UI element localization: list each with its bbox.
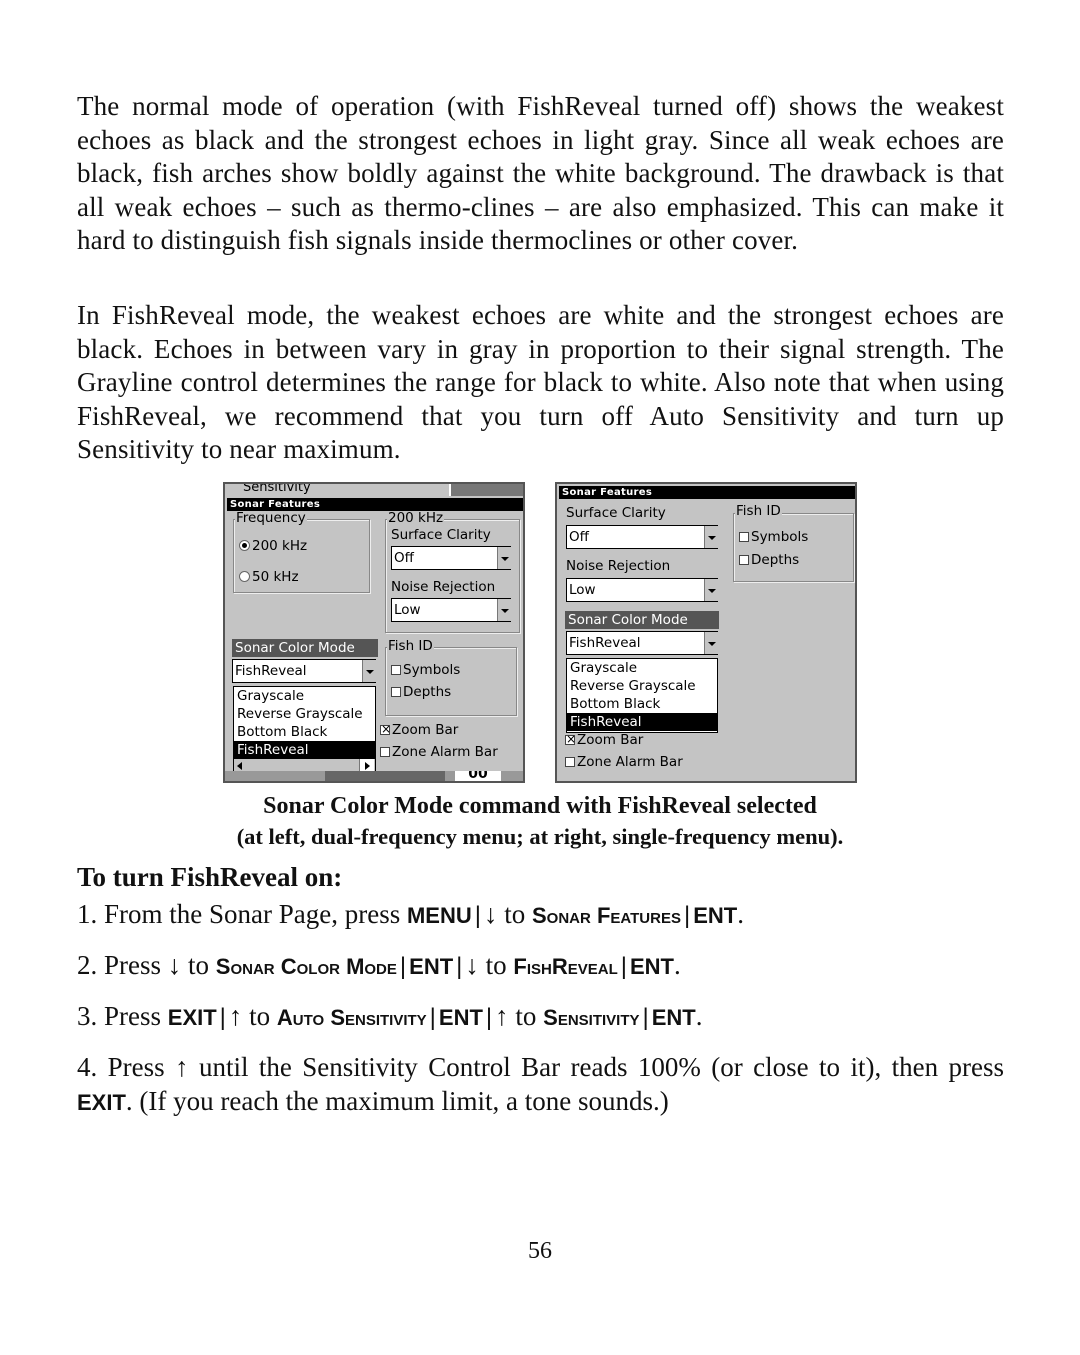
key-ent: ENT (409, 954, 454, 979)
down-arrow-icon: ↓ (167, 950, 182, 980)
key-ent: ENT (651, 1005, 696, 1030)
fish-id-symbols-checkbox[interactable]: Symbols (739, 529, 808, 545)
zone-alarm-bar-checkbox[interactable]: Zone Alarm Bar (380, 744, 498, 760)
sonar-color-mode-label: Sonar Color Mode (565, 611, 719, 629)
noise-rejection-dropdown[interactable]: Low (391, 598, 511, 622)
step-1: 1. From the Sonar Page, press MENU | ↓ to … (77, 899, 744, 929)
frequency-200-radio[interactable]: 200 kHz (239, 538, 307, 554)
color-mode-option[interactable]: Reverse Grayscale (234, 705, 375, 723)
sonar-color-mode-label: Sonar Color Mode (232, 639, 378, 657)
color-mode-option[interactable]: Grayscale (234, 687, 375, 705)
figure-caption-line1: Sonar Color Mode command with FishReveal… (263, 793, 817, 819)
fish-id-group (385, 647, 517, 716)
zoom-bar-checkbox[interactable]: Zoom Bar (380, 721, 458, 738)
checkbox-icon (391, 687, 401, 697)
radio-selected-icon (239, 540, 250, 551)
surface-clarity-label: Surface Clarity (566, 505, 666, 521)
color-mode-option[interactable]: Bottom Black (567, 695, 717, 713)
section-heading: To turn FishReveal on: (77, 862, 343, 892)
color-mode-list[interactable]: Grayscale Reverse Grayscale Bottom Black… (566, 658, 718, 733)
key-ent: ENT (693, 903, 738, 928)
frequency-group-label: Frequency (235, 510, 307, 526)
surface-clarity-dropdown[interactable]: Off (566, 525, 718, 549)
step-3: 3. Press EXIT | ↑ to Auto Sensitivity | ENT |… (77, 1001, 703, 1031)
checkbox-icon (380, 747, 390, 757)
checkbox-checked-icon (380, 721, 391, 737)
menu-target-auto-sensitivity: Auto Sensitivity (276, 1005, 427, 1030)
fishreveal-paragraph: In FishReveal mode, the weakest echoes a… (77, 300, 1004, 464)
fish-id-group (733, 513, 854, 582)
checkbox-icon (565, 757, 575, 767)
fish-id-group-label: Fish ID (735, 503, 782, 519)
chevron-down-icon (497, 547, 511, 569)
fish-id-depths-checkbox[interactable]: Depths (739, 552, 799, 568)
checkbox-icon (739, 555, 749, 565)
up-arrow-icon: ↑ (228, 1001, 243, 1031)
color-mode-option-selected[interactable]: FishReveal (567, 713, 717, 731)
khz-group-label: 200 kHz (387, 510, 445, 526)
menu-target-sonar-color-mode: Sonar Color Mode (215, 954, 397, 979)
zone-alarm-bar-checkbox[interactable]: Zone Alarm Bar (565, 754, 683, 770)
window-title: Sonar Features (559, 486, 855, 499)
menu-target-sensitivity: Sensitivity (543, 1005, 640, 1030)
menu-target-sonar-features: Sonar Features (532, 903, 681, 928)
down-arrow-icon: ↓ (483, 899, 498, 929)
color-mode-option[interactable]: Grayscale (567, 659, 717, 677)
single-frequency-menu-screenshot: Sonar Features Surface Clarity Off Noise… (555, 482, 857, 783)
sonar-background-strip: 00 (225, 771, 523, 781)
fish-id-depths-checkbox[interactable]: Depths (391, 684, 451, 700)
checkbox-icon (739, 532, 749, 542)
key-menu: MENU (406, 903, 472, 928)
fish-id-symbols-checkbox[interactable]: Symbols (391, 662, 460, 678)
key-exit: EXIT (167, 1005, 217, 1030)
surface-clarity-dropdown[interactable]: Off (391, 546, 511, 570)
zoom-bar-checkbox[interactable]: Zoom Bar (565, 731, 643, 748)
checkbox-icon (391, 665, 401, 675)
key-ent: ENT (629, 954, 674, 979)
sensitivity-behind-label: Sensitivity (243, 484, 311, 495)
sonar-color-mode-dropdown[interactable]: FishReveal (232, 659, 376, 683)
radio-empty-icon (239, 571, 250, 582)
noise-rejection-label: Noise Rejection (391, 579, 496, 595)
step-4: 4. Press ↑ until the Sensitivity Control… (77, 1052, 1004, 1116)
noise-rejection-label: Noise Rejection (566, 558, 671, 574)
key-exit: EXIT (77, 1089, 126, 1115)
noise-rejection-dropdown[interactable]: Low (566, 578, 718, 602)
scroll-left-icon[interactable] (237, 762, 242, 770)
chevron-down-icon (704, 526, 718, 548)
depth-readout: 00 (455, 771, 501, 781)
step-2: 2. Press ↓ to Sonar Color Mode | ENT | ↓ to … (77, 950, 681, 980)
down-arrow-icon: ↓ (465, 950, 479, 980)
fish-id-group-label: Fish ID (387, 638, 434, 654)
up-arrow-icon: ↑ (495, 1001, 509, 1031)
surface-clarity-label: Surface Clarity (391, 527, 491, 543)
scroll-right-icon (365, 762, 370, 770)
chevron-down-icon (497, 599, 511, 621)
key-ent: ENT (438, 1005, 483, 1030)
color-mode-option[interactable]: Bottom Black (234, 723, 375, 741)
sensitivity-bar (449, 484, 523, 496)
checkbox-checked-icon (565, 731, 576, 747)
frequency-50-radio[interactable]: 50 kHz (239, 569, 299, 585)
menu-target-fishreveal: FishReveal (513, 954, 618, 979)
color-mode-list[interactable]: Grayscale Reverse Grayscale Bottom Black… (233, 686, 376, 774)
chevron-down-icon (704, 579, 718, 601)
intro-paragraph: The normal mode of operation (with FishR… (77, 91, 1004, 255)
page-number: 56 (528, 1238, 552, 1264)
dual-frequency-menu-screenshot: Sensitivity Sonar Features Frequency 200… (223, 482, 525, 783)
color-mode-option[interactable]: Reverse Grayscale (567, 677, 717, 695)
up-arrow-icon: ↑ (175, 1052, 189, 1082)
figure-caption-line2: (at left, dual-frequency menu; at right,… (236, 824, 844, 849)
sonar-color-mode-dropdown[interactable]: FishReveal (566, 631, 718, 655)
chevron-down-icon (362, 660, 376, 682)
chevron-down-icon (704, 632, 718, 654)
color-mode-option-selected[interactable]: FishReveal (234, 741, 375, 759)
